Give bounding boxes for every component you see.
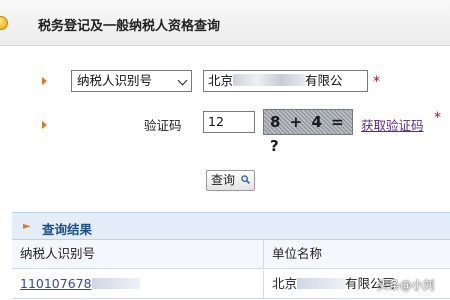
column-header-company-name: 单位名称 (272, 246, 323, 261)
captcha-image-text: 8 + 4 = ? (270, 113, 346, 155)
taxpayer-id-prefix: 110107678 (20, 276, 92, 291)
company-name-suffix: 有限公 (305, 73, 343, 88)
results-title: 查询结果 (42, 222, 93, 237)
company-name-input[interactable]: 北京 有限公 (203, 70, 368, 92)
company-name-prefix: 北京 (272, 276, 298, 291)
page-title: 税务登记及一般纳税人资格查询 (38, 19, 221, 34)
captcha-image: 8 + 4 = ? (263, 109, 353, 155)
query-button[interactable]: 查询 (206, 170, 255, 191)
taxpayer-id-cell: 110107678 (12, 270, 264, 299)
results-arrow-icon: ► (23, 221, 31, 232)
page-header: 税务登记及一般纳税人资格查询 (0, 0, 450, 46)
id-type-select[interactable]: 纳税人识别号 (71, 70, 192, 92)
results-header: ► 查询结果 (12, 212, 450, 240)
taxpayer-id-link[interactable]: 110107678 (20, 276, 140, 291)
column-header-taxpayer-id: 纳税人识别号 (12, 240, 264, 269)
query-button-label: 查询 (211, 173, 236, 187)
chevron-down-icon (177, 75, 188, 86)
redaction-blur (233, 74, 306, 86)
watermark: 头条@小刘 (377, 278, 435, 292)
search-icon (241, 175, 250, 184)
redaction-blur (91, 278, 140, 289)
bullet-arrow-icon (42, 77, 47, 85)
id-type-select-value: 纳税人识别号 (77, 73, 153, 88)
get-captcha-link[interactable]: 获取验证码 (361, 115, 424, 134)
captcha-label: 验证码 (144, 118, 182, 133)
captcha-input[interactable]: 12 (203, 111, 255, 133)
required-mark: * (373, 74, 380, 90)
captcha-input-value: 12 (208, 114, 224, 129)
redaction-blur (297, 278, 346, 289)
query-form: 纳税人识别号 北京 有限公 * 验证码 12 8 + 4 = ? 获取验证码 * … (0, 47, 450, 210)
header-dot-icon (0, 16, 8, 30)
required-mark: * (434, 110, 441, 126)
table-header-row: 纳税人识别号 单位名称 (12, 240, 450, 269)
company-name-prefix: 北京 (208, 73, 234, 88)
bullet-arrow-icon (42, 121, 47, 129)
